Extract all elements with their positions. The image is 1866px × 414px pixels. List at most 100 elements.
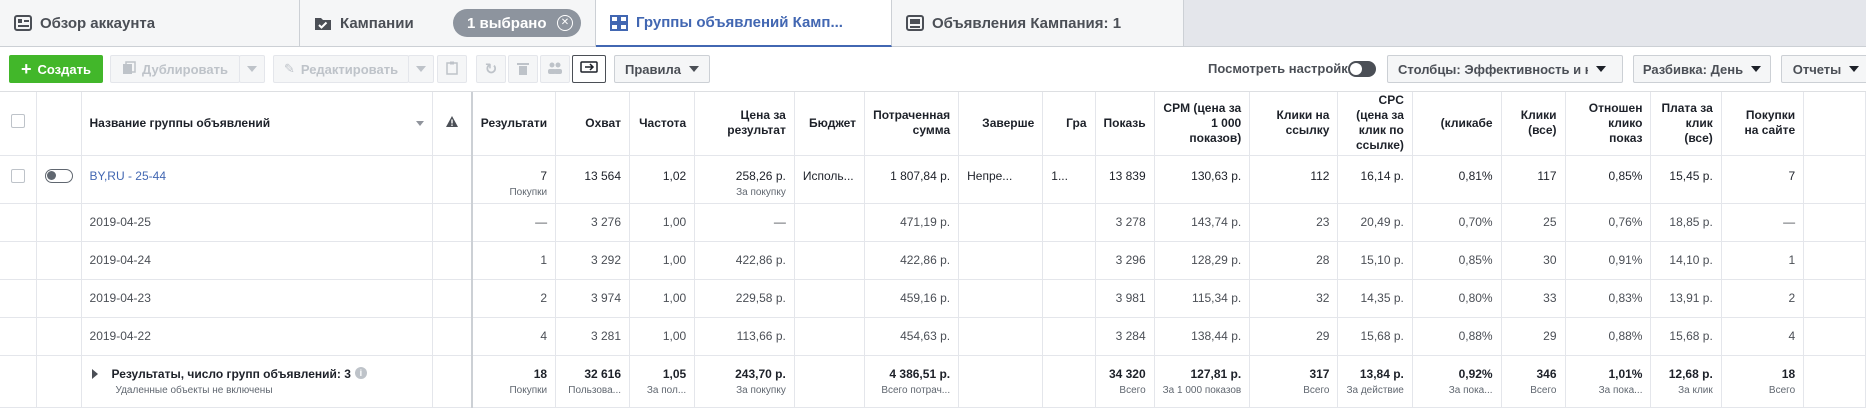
impressions-cell: 3 296 — [1095, 241, 1155, 280]
total-cpm-cell: 127,81 р. За 1 000 показов — [1154, 355, 1251, 408]
row-toggle-cell[interactable] — [36, 155, 82, 204]
tab-ad-sets[interactable]: Группы объявлений Камп... — [596, 0, 892, 47]
results-unit: Покупки — [509, 186, 548, 198]
select-all-cell[interactable] — [0, 92, 37, 156]
cost-per-result-cell: 422,86 р. — [694, 241, 795, 280]
col-header-warning — [432, 92, 473, 156]
rules-dropdown[interactable]: Правила — [614, 55, 710, 83]
row-checkbox[interactable] — [10, 168, 25, 183]
col-header-name[interactable]: Название группы объявлений — [81, 92, 433, 156]
ctr-cell: 0,80% — [1412, 279, 1502, 318]
duplicate-dropdown[interactable] — [239, 55, 265, 83]
frequency-cell: 1,00 — [629, 317, 696, 356]
col-header-ctr-all[interactable]: Отношен клико показ — [1565, 92, 1652, 156]
extra-cell — [1803, 155, 1866, 204]
expand-triangle-icon[interactable] — [91, 368, 98, 379]
impressions-cell: 3 981 — [1095, 279, 1155, 318]
row-select-cell[interactable] — [0, 155, 37, 204]
edit-dropdown[interactable] — [408, 55, 434, 83]
chevron-down-icon — [416, 66, 426, 72]
impressions-cell: 3 278 — [1095, 203, 1155, 242]
info-icon[interactable]: i — [354, 366, 367, 379]
col-header-reach[interactable]: Охват — [555, 92, 631, 156]
chevron-down-icon — [1596, 66, 1606, 72]
select-all-checkbox[interactable] — [10, 114, 25, 129]
spent-cell: 422,86 р. — [864, 241, 960, 280]
clear-selection-icon[interactable]: ✕ — [557, 15, 573, 31]
edit-button[interactable]: ✎ Редактировать — [273, 55, 409, 83]
table-row[interactable]: BY,RU - 25-44 7 Покупки 13 564 1,02 258,2… — [0, 155, 1866, 204]
total-cost-per-result-unit: За покупку — [736, 384, 786, 396]
ctr-all-cell: 0,76% — [1565, 203, 1652, 242]
rules-label: Правила — [625, 61, 681, 77]
col-header-budget[interactable]: Бюджет — [794, 92, 866, 156]
link-clicks-cell: 28 — [1249, 241, 1339, 280]
col-header-link-clicks[interactable]: Клики на ссылку — [1249, 92, 1339, 156]
total-impressions-unit: Всего — [1119, 384, 1146, 396]
cost-per-result-cell: 113,66 р. — [694, 317, 795, 356]
results-cell: — — [471, 203, 557, 242]
tab-ads[interactable]: Объявления Кампания: 1 — [892, 0, 1184, 46]
col-header-ends[interactable]: Заверше — [958, 92, 1044, 156]
view-settings-label: Посмотреть настройки — [1208, 61, 1356, 76]
col-header-frequency[interactable]: Частота — [629, 92, 696, 156]
chevron-down-icon — [689, 66, 699, 72]
breakdown-label: Разбивка: День — [1642, 61, 1744, 77]
tab-label: Кампании — [340, 14, 414, 32]
ad-sets-table-container: Название группы объявлений Результати Ох… — [0, 92, 1866, 414]
columns-dropdown[interactable]: Столбцы: Эффективность и клик — [1387, 55, 1623, 83]
trash-icon — [517, 61, 529, 78]
ab-test-button[interactable] — [572, 55, 606, 83]
col-header-results[interactable]: Результати — [471, 92, 557, 156]
audience-button[interactable] — [540, 55, 570, 83]
selected-count-pill[interactable]: 1 выбрано ✕ — [453, 9, 581, 37]
cpm-cell: 143,74 р. — [1154, 203, 1251, 242]
sort-chevron-icon[interactable] — [415, 120, 424, 126]
col-header-purchases[interactable]: Покупки на сайте — [1721, 92, 1805, 156]
cpm-cell: 130,63 р. — [1154, 155, 1251, 204]
col-header-schedule[interactable]: Гра — [1042, 92, 1096, 156]
cpc-cell: 16,14 р. — [1337, 155, 1413, 204]
col-header-clicks-all[interactable]: Клики (все) — [1501, 92, 1566, 156]
clipboard-button[interactable] — [437, 55, 467, 83]
date-cell: 2019-04-22 — [81, 317, 433, 356]
view-settings-toggle[interactable] — [1348, 61, 1376, 77]
toggle-col-header — [36, 92, 82, 156]
create-button[interactable]: + Создать — [9, 55, 103, 83]
total-spent-value: 4 386,51 р. — [889, 366, 951, 381]
duplicate-button[interactable]: Дублировать — [110, 55, 240, 83]
date-cell: 2019-04-25 — [81, 203, 433, 242]
results-cell: 7 Покупки — [471, 155, 557, 204]
ctr-all-cell: 0,91% — [1565, 241, 1652, 280]
refresh-button[interactable]: ↻ — [476, 55, 506, 83]
col-header-spent[interactable]: Потраченная сумма — [864, 92, 960, 156]
col-header-cpc[interactable]: CPC (цена за клик по ссылке) — [1337, 92, 1413, 156]
purchases-cell: 2 — [1721, 279, 1805, 318]
tab-account-overview[interactable]: Обзор аккаунта — [0, 0, 300, 46]
ad-set-toggle[interactable] — [44, 168, 73, 183]
ad-set-name-link[interactable]: BY,RU - 25-44 — [90, 169, 166, 183]
clicks-all-cell: 25 — [1501, 203, 1566, 242]
col-header-cpc-all[interactable]: Плата за клик (все) — [1650, 92, 1722, 156]
table-row: 2019-04-25 — 3 276 1,00 — 471,19 р. 3 27… — [0, 203, 1866, 242]
create-label: Создать — [37, 61, 91, 77]
totals-name-cell[interactable]: Результаты, число групп объявлений: 3i У… — [81, 355, 433, 408]
col-header-impressions[interactable]: Показь — [1095, 92, 1155, 156]
cpc-all-cell: 13,91 р. — [1650, 279, 1722, 318]
col-header-ctr[interactable]: (кликабе — [1412, 92, 1502, 156]
breakdown-dropdown[interactable]: Разбивка: День — [1633, 55, 1771, 83]
reports-dropdown[interactable]: Отчеты — [1781, 55, 1866, 83]
ad-set-name-cell[interactable]: BY,RU - 25-44 — [81, 155, 433, 204]
total-frequency-unit: За пол... — [646, 384, 687, 396]
account-overview-icon — [14, 15, 32, 31]
col-header-cost-per-result[interactable]: Цена за результат — [694, 92, 795, 156]
selected-count-label: 1 выбрано — [467, 14, 547, 32]
col-header-label: Название группы объявлений — [89, 115, 271, 130]
results-value: 7 — [540, 168, 548, 183]
delete-button[interactable] — [508, 55, 538, 83]
warning-icon — [445, 115, 458, 130]
link-clicks-cell: 23 — [1249, 203, 1339, 242]
cpc-all-cell: 15,45 р. — [1650, 155, 1722, 204]
tab-label: Объявления Кампания: 1 — [932, 14, 1122, 32]
col-header-cpm[interactable]: CPM (цена за 1 000 показов) — [1154, 92, 1251, 156]
